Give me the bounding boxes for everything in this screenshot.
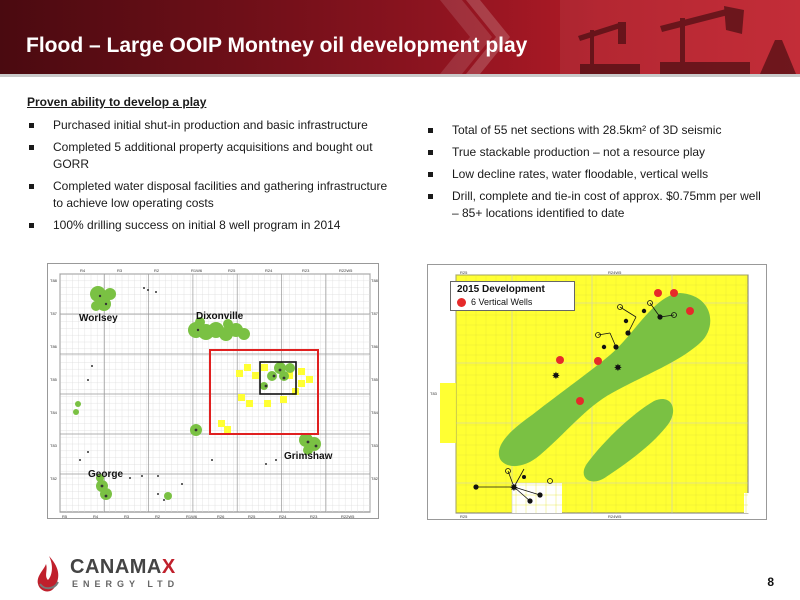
map-tick-label: R22W5 [341, 514, 355, 519]
map-tick-label: R22W5 [339, 268, 353, 273]
list-item: Completed 5 additional property acquisit… [27, 139, 392, 173]
flame-logo-icon [37, 556, 59, 592]
red-well-icon [457, 297, 466, 307]
town-label-grimshaw: Grimshaw [284, 451, 333, 462]
map-tick-label: T85 [50, 377, 58, 382]
map-tick-label: T82 [371, 476, 379, 481]
map-tick-label: T86 [371, 344, 379, 349]
map-legend: 2015 Development 6 Vertical Wells [450, 281, 575, 311]
map-tick-label: T86 [50, 344, 58, 349]
bullet-square-icon [428, 128, 433, 133]
company-logo: CANAMAX ENERGY LTD [34, 554, 204, 596]
map-tick-label: R24 [279, 514, 287, 519]
map-tick-label: R25 [248, 514, 256, 519]
map-tick-label: R23 [302, 268, 310, 273]
left-column: Proven ability to develop a play Purchas… [27, 95, 392, 239]
bullet-square-icon [29, 223, 34, 228]
list-item: Purchased initial shut-in production and… [27, 117, 392, 134]
bullet-square-icon [428, 194, 433, 199]
town-label-dixonville: Dixonville [196, 311, 244, 322]
svg-text:R25: R25 [460, 270, 468, 275]
legend-item: 6 Vertical Wells [457, 296, 568, 308]
bullet-square-icon [29, 123, 34, 128]
bullet-square-icon [29, 184, 34, 189]
list-item: True stackable production – not a resour… [426, 144, 766, 161]
header-divider [0, 74, 800, 77]
title-banner: Flood – Large OOIP Montney oil developme… [0, 0, 800, 74]
map-tick-label: T84 [50, 410, 58, 415]
bullet-square-icon [29, 145, 34, 150]
map-tick-label: R5 [62, 514, 68, 519]
map-tick-label: T85 [371, 377, 379, 382]
page-title: Flood – Large OOIP Montney oil developme… [26, 34, 528, 57]
map-tick-label: R24 [265, 268, 273, 273]
svg-text:T83: T83 [430, 391, 438, 396]
right-column: Total of 55 net sections with 28.5km² of… [426, 122, 766, 227]
map-tick-label: R2 [154, 268, 160, 273]
section-heading: Proven ability to develop a play [27, 95, 207, 109]
logo-wordmark: CANAMAX [70, 556, 176, 578]
map-tick-label: T83 [371, 443, 379, 448]
logo-subtitle: ENERGY LTD [72, 579, 180, 589]
list-item: Drill, complete and tie-in cost of appro… [426, 188, 766, 222]
list-item: Low decline rates, water floodable, vert… [426, 166, 766, 183]
svg-text:R25: R25 [460, 514, 468, 519]
map-tick-label: T87 [371, 311, 379, 316]
bullet-square-icon [428, 172, 433, 177]
map-tick-label: T87 [50, 311, 58, 316]
svg-text:✸: ✸ [552, 371, 560, 382]
regional-map-graphic: R4 R3 R2 R1W6 R25 R24 R23 R22W5 R5 R4 R3 R2 R1W6 R26 R… [50, 268, 379, 519]
map-tick-label: R1W6 [191, 268, 203, 273]
list-item: Completed water disposal facilities and … [27, 178, 392, 212]
map-tick-label: T84 [371, 410, 379, 415]
legend-title: 2015 Development [457, 284, 545, 295]
page-number: 8 [767, 575, 774, 589]
list-item: Total of 55 net sections with 28.5km² of… [426, 122, 766, 139]
town-label-george: George [88, 469, 124, 480]
map-tick-label: R1W6 [186, 514, 198, 519]
map-tick-label: R3 [124, 514, 130, 519]
map-tick-label: R25 [228, 268, 236, 273]
svg-text:✸: ✸ [614, 363, 622, 374]
map-tick-label: R4 [93, 514, 99, 519]
development-map: ✸ ✸ ✸ R25 R24W5 R25 R24W5 T83 2015 Devel… [427, 264, 767, 520]
map-tick-label: R2 [155, 514, 161, 519]
town-label-worsley: Worlsey [79, 313, 118, 324]
right-bullet-list: Total of 55 net sections with 28.5km² of… [426, 122, 766, 222]
pumpjack-silhouette-icon [560, 0, 800, 74]
map-tick-label: R26 [217, 514, 225, 519]
svg-text:✸: ✸ [510, 483, 518, 494]
map-tick-label: T83 [50, 443, 58, 448]
left-bullet-list: Purchased initial shut-in production and… [27, 117, 392, 234]
svg-text:R24W5: R24W5 [608, 270, 622, 275]
map-tick-label: T88 [50, 278, 58, 283]
map-tick-label: R3 [117, 268, 123, 273]
map-tick-label: R23 [310, 514, 318, 519]
map-tick-label: R4 [80, 268, 86, 273]
list-item: 100% drilling success on initial 8 well … [27, 217, 392, 234]
svg-text:R24W5: R24W5 [608, 514, 622, 519]
map-tick-label: T88 [371, 278, 379, 283]
map-tick-label: T82 [50, 476, 58, 481]
bullet-square-icon [428, 150, 433, 155]
regional-map: R4 R3 R2 R1W6 R25 R24 R23 R22W5 R5 R4 R3 R2 R1W6 R26 R… [47, 263, 379, 519]
